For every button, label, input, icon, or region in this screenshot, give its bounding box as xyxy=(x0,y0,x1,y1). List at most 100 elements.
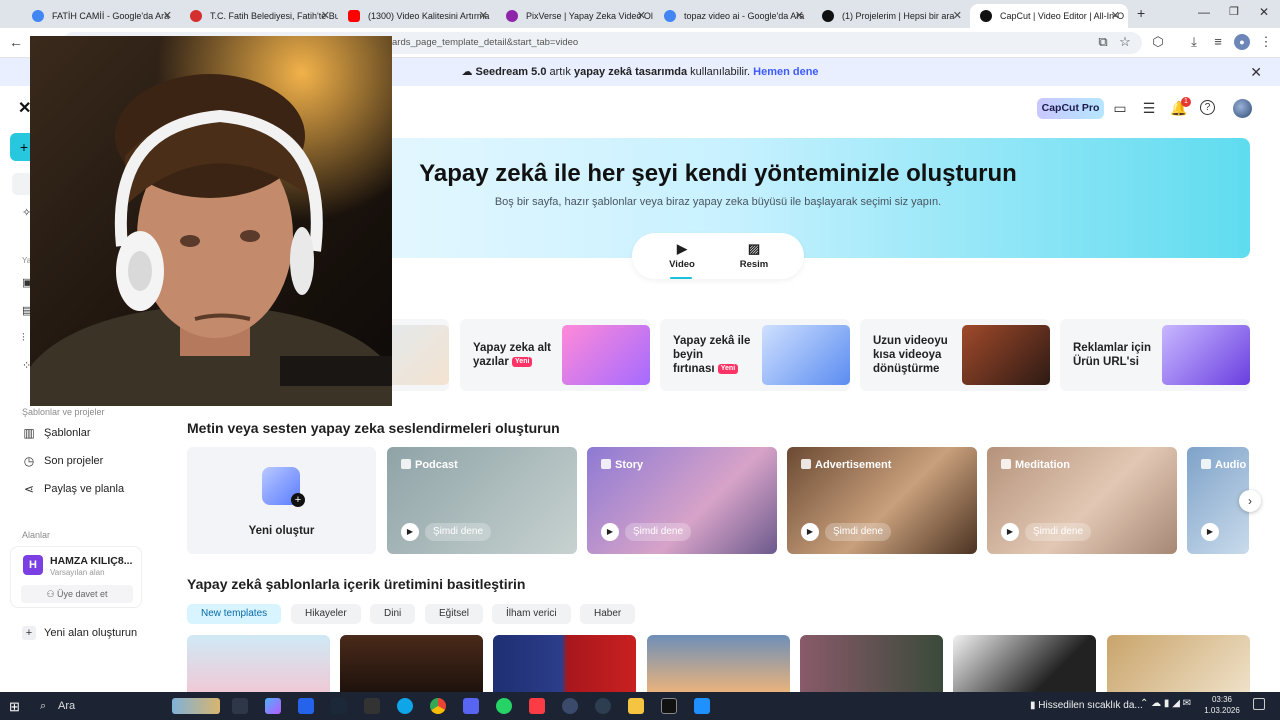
widgets-icon[interactable] xyxy=(172,698,220,714)
workspace-card[interactable]: H HAMZA KILIÇ8... Varsayılan alan ⚇ Üye … xyxy=(10,546,142,608)
epic-games-icon[interactable] xyxy=(364,698,380,714)
capcut-pro-button[interactable]: CapCut Pro xyxy=(1037,98,1104,119)
feature-card-ai-subtitles[interactable]: Yapay zeka alt yazılar Yeni xyxy=(460,319,650,391)
browser-tab[interactable]: (1300) Video Kalitesini Artırma ✕ xyxy=(338,4,496,28)
close-window-icon[interactable]: ✕ xyxy=(1259,5,1269,19)
avatar[interactable] xyxy=(1233,99,1252,118)
feature-line: Reklamlar için xyxy=(1073,342,1151,354)
new-tab-icon[interactable]: + xyxy=(1137,5,1145,21)
windows-start-icon[interactable]: ⊞ xyxy=(9,699,20,715)
template-thumbnail[interactable] xyxy=(493,635,636,692)
close-banner-icon[interactable]: ✕ xyxy=(1250,58,1262,86)
capcut-icon[interactable] xyxy=(661,698,677,714)
template-thumbnail[interactable] xyxy=(953,635,1096,692)
voice-card-podcast[interactable]: Podcast ▶ Şimdi dene xyxy=(387,447,577,554)
chip-new-templates[interactable]: New templates xyxy=(187,604,282,624)
system-tray-icons[interactable]: ⌃ ☁ ▮ ◢ ✉ xyxy=(1140,698,1191,709)
try-now-button[interactable]: Şimdi dene xyxy=(1025,523,1092,541)
chip-stories[interactable]: Hikayeler xyxy=(291,604,361,624)
carousel-next-icon[interactable]: › xyxy=(1239,490,1261,512)
voice-card-story[interactable]: Story ▶ Şimdi dene xyxy=(587,447,777,554)
template-thumbnail[interactable] xyxy=(800,635,943,692)
voice-card-meditation[interactable]: Meditation ▶ Şimdi dene xyxy=(987,447,1177,554)
template-thumbnail[interactable] xyxy=(647,635,790,692)
play-icon[interactable]: ▶ xyxy=(401,523,419,541)
play-icon[interactable]: ▶ xyxy=(801,523,819,541)
banner-try-link[interactable]: Hemen dene xyxy=(753,66,818,78)
app-icon[interactable] xyxy=(694,698,710,714)
browser-tab[interactable]: topaz video ai - Google'da Ara ✕ xyxy=(654,4,812,28)
try-now-button[interactable]: Şimdi dene xyxy=(425,523,492,541)
bookmark-star-icon[interactable]: ☆ xyxy=(1117,34,1133,50)
music-icon[interactable] xyxy=(529,698,545,714)
discord-icon[interactable] xyxy=(463,698,479,714)
sidebar-item-share-plan[interactable]: ⋖ Paylaş ve planla xyxy=(22,482,124,496)
screen-record-icon[interactable]: ▭ xyxy=(1112,100,1128,116)
browser-tab-active[interactable]: CapCut | Video Editor | All-In-O ✕ xyxy=(970,4,1128,28)
feature-card-long-to-short[interactable]: Uzun videoyu kısa videoya dönüştürme xyxy=(860,319,1050,391)
steam-icon[interactable] xyxy=(331,698,347,714)
edge-icon[interactable] xyxy=(397,698,413,714)
copilot-icon[interactable] xyxy=(265,698,281,714)
tab-video[interactable]: ▶ Video xyxy=(652,241,712,270)
help-icon[interactable]: ? xyxy=(1200,100,1215,115)
reading-list-icon[interactable]: ≡ xyxy=(1210,34,1226,50)
chip-news[interactable]: Haber xyxy=(580,604,636,624)
restore-icon[interactable]: ❐ xyxy=(1229,5,1239,18)
play-icon[interactable]: ▶ xyxy=(601,523,619,541)
home-icon[interactable] xyxy=(12,173,32,195)
outlook-icon[interactable] xyxy=(298,698,314,714)
close-tab-icon[interactable]: ✕ xyxy=(637,9,646,22)
voice-card-advertisement[interactable]: Advertisement ▶ Şimdi dene xyxy=(787,447,977,554)
browser-tab[interactable]: FATİH CAMİİ - Google'da Ara ✕ xyxy=(22,4,180,28)
notifications-icon[interactable] xyxy=(1253,698,1265,710)
install-app-icon[interactable]: ⧉ xyxy=(1095,34,1111,50)
play-icon[interactable]: ▶ xyxy=(1201,523,1219,541)
feature-card-ai-brainstorm[interactable]: Yapay zekâ ile beyin fırtınası Yeni xyxy=(660,319,850,391)
template-thumbnail[interactable] xyxy=(187,635,330,692)
template-thumbnail[interactable] xyxy=(1107,635,1250,692)
browser-tab[interactable]: PixVerse | Yapay Zeka Video Ol ✕ xyxy=(496,4,654,28)
extensions-icon[interactable]: ⬡ xyxy=(1150,34,1166,50)
app-icon[interactable] xyxy=(562,698,578,714)
play-icon[interactable]: ▶ xyxy=(1001,523,1019,541)
sidebar-item-recent-projects[interactable]: ◷ Son projeler xyxy=(22,454,104,468)
task-view-icon[interactable] xyxy=(232,698,248,714)
chip-inspiring[interactable]: İlham verici xyxy=(492,604,571,624)
close-tab-icon[interactable]: ✕ xyxy=(479,9,488,22)
try-now-button[interactable]: Şimdi dene xyxy=(825,523,892,541)
create-button[interactable]: + xyxy=(10,133,32,161)
chrome-icon[interactable] xyxy=(430,698,446,714)
try-now-button[interactable]: Şimdi dene xyxy=(625,523,692,541)
taskbar-search[interactable]: ⌕ Ara xyxy=(32,695,168,717)
storage-icon[interactable]: ☰ xyxy=(1141,100,1157,116)
feature-card-product-url[interactable]: Reklamlar için Ürün URL'si xyxy=(1060,319,1250,391)
new-voiceover-card[interactable]: + Yeni oluştur xyxy=(187,447,376,554)
tab-image[interactable]: ▨ Resim xyxy=(724,241,784,270)
weather-widget[interactable]: ▮ Hissedilen sıcaklık da... xyxy=(1030,692,1143,720)
profile-icon[interactable]: ● xyxy=(1234,34,1250,50)
app-icon[interactable] xyxy=(595,698,611,714)
downloads-icon[interactable]: ⤓ xyxy=(1186,34,1202,50)
whatsapp-icon[interactable] xyxy=(496,698,512,714)
clock[interactable]: 03:36 1.03.2026 xyxy=(1200,694,1244,716)
close-tab-icon[interactable]: ✕ xyxy=(953,9,962,22)
minimize-icon[interactable]: — xyxy=(1198,5,1210,19)
back-icon[interactable]: ← xyxy=(9,34,23,50)
browser-tab[interactable]: T.C. Fatih Belediyesi, Fatih'te Bu ✕ xyxy=(180,4,338,28)
chip-religious[interactable]: Dini xyxy=(370,604,416,624)
close-tab-icon[interactable]: ✕ xyxy=(163,9,172,22)
tab-label: CapCut | Video Editor | All-In-O xyxy=(1000,11,1125,21)
close-tab-icon[interactable]: ✕ xyxy=(795,9,804,22)
invite-member-button[interactable]: ⚇ Üye davet et xyxy=(21,585,133,603)
template-thumbnail[interactable] xyxy=(340,635,483,692)
close-tab-icon[interactable]: ✕ xyxy=(321,9,330,22)
file-explorer-icon[interactable] xyxy=(628,698,644,714)
audio-icon[interactable]: ⫶ xyxy=(22,332,25,345)
browser-tab[interactable]: (1) Projelerim | Hepsi bir ara ✕ xyxy=(812,4,970,28)
chip-educational[interactable]: Eğitsel xyxy=(425,604,484,624)
new-space-button[interactable]: + Yeni alan oluşturun xyxy=(22,626,137,640)
sidebar-item-templates[interactable]: ▥ Şablonlar xyxy=(22,426,90,440)
close-tab-icon[interactable]: ✕ xyxy=(1111,9,1120,22)
browser-menu-icon[interactable]: ⋮ xyxy=(1258,34,1274,50)
